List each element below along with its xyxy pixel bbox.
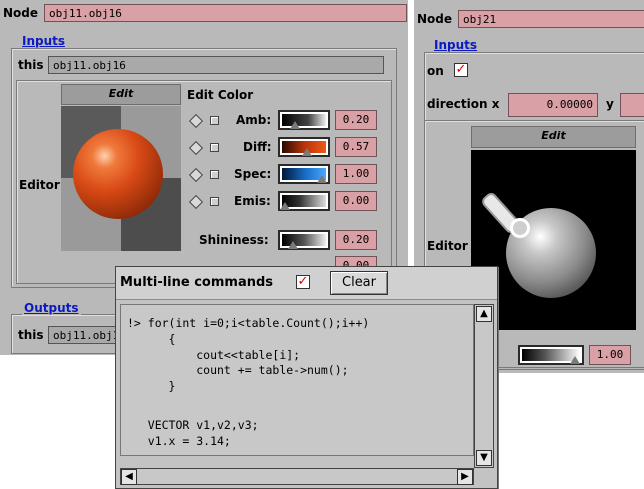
code-line: cout<<table[i]; xyxy=(127,348,301,362)
horizontal-scrollbar[interactable]: ◀ ▶ xyxy=(120,468,474,485)
right-inputs-title: Inputs xyxy=(432,38,480,52)
scroll-left-arrow-icon[interactable]: ◀ xyxy=(121,469,137,485)
material-preview xyxy=(61,106,181,251)
amb-value-field[interactable]: 0.20 xyxy=(335,110,377,130)
vertical-scrollbar[interactable]: ▲ ▼ xyxy=(474,304,494,468)
multiline-checkbox[interactable]: ✓ xyxy=(296,275,310,289)
left-node-row: Node obj11.obj16 xyxy=(3,2,408,24)
this-field[interactable]: obj11.obj16 xyxy=(48,56,384,74)
right-editor-label: Editor xyxy=(427,239,468,253)
emis-color-swatch[interactable] xyxy=(278,191,330,211)
direction-x-field[interactable]: 0.00000 xyxy=(508,93,598,117)
inputs-title: Inputs xyxy=(20,34,68,48)
spec-label: Spec: xyxy=(234,167,272,181)
emis-value-field[interactable]: 0.00 xyxy=(335,191,377,211)
out-this-label: this xyxy=(18,328,44,342)
code-line: { xyxy=(127,332,176,346)
shininess-value-field[interactable]: 0.20 xyxy=(335,230,377,250)
emis-label: Emis: xyxy=(234,194,271,208)
on-label: on xyxy=(427,64,444,78)
scroll-up-arrow-icon[interactable]: ▲ xyxy=(476,306,492,322)
code-line: !> for(int i=0;i<table.Count();i++) xyxy=(127,316,370,330)
right-bottom-slider[interactable] xyxy=(518,345,584,365)
code-line: v1.x = 3.14; xyxy=(127,434,231,448)
amb-color-swatch[interactable] xyxy=(278,110,330,130)
scroll-right-arrow-icon[interactable]: ▶ xyxy=(457,469,473,485)
edit-color-label: Edit Color xyxy=(187,88,254,102)
direction-y-label: y xyxy=(606,97,614,111)
code-line: count += table->num(); xyxy=(127,363,349,377)
amb-label: Amb: xyxy=(236,113,272,127)
command-text-area[interactable]: !> for(int i=0;i<table.Count();i++) { co… xyxy=(120,304,474,456)
clear-button[interactable]: Clear xyxy=(330,271,388,295)
sphere-edit-header[interactable]: Edit xyxy=(61,84,181,105)
right-bottom-value-field[interactable]: 1.00 xyxy=(589,345,631,365)
node-name-field-right[interactable]: obj21 xyxy=(458,10,644,28)
spec-checkbox[interactable] xyxy=(210,170,219,179)
node-label-right: Node xyxy=(417,12,453,26)
emis-checkbox[interactable] xyxy=(210,197,219,206)
right-edit-header[interactable]: Edit xyxy=(471,126,636,148)
scroll-down-arrow-icon[interactable]: ▼ xyxy=(476,450,492,466)
code-line: VECTOR v1,v2,v3; xyxy=(127,418,259,432)
spec-color-swatch[interactable] xyxy=(278,164,330,184)
multiline-label: Multi-line commands xyxy=(120,275,274,290)
diff-color-swatch[interactable] xyxy=(278,137,330,157)
diff-checkbox[interactable] xyxy=(210,143,219,152)
shininess-slider[interactable] xyxy=(278,230,330,250)
editor-label: Editor xyxy=(19,178,60,192)
node-label: Node xyxy=(3,6,39,20)
direction-y-field[interactable] xyxy=(620,93,644,117)
right-node-row: Node obj21 xyxy=(417,8,644,30)
diff-value-field[interactable]: 0.57 xyxy=(335,137,377,157)
code-line: } xyxy=(127,379,176,393)
amb-checkbox[interactable] xyxy=(210,116,219,125)
diff-label: Diff: xyxy=(243,140,272,154)
this-label: this xyxy=(18,58,44,72)
spec-value-field[interactable]: 1.00 xyxy=(335,164,377,184)
direction-x-label: direction x xyxy=(427,97,500,111)
popup-toolbar: Multi-line commands ✓ Clear xyxy=(116,267,497,300)
on-checkbox[interactable]: ✓ xyxy=(454,63,468,77)
node-name-field[interactable]: obj11.obj16 xyxy=(44,4,408,22)
outputs-title: Outputs xyxy=(22,301,81,315)
multiline-commands-window: Multi-line commands ✓ Clear !> for(int i… xyxy=(115,266,498,489)
out-this-field[interactable]: obj11.obj16 xyxy=(48,326,118,344)
shininess-label: Shininess: xyxy=(199,233,269,247)
material-sphere xyxy=(73,129,163,219)
